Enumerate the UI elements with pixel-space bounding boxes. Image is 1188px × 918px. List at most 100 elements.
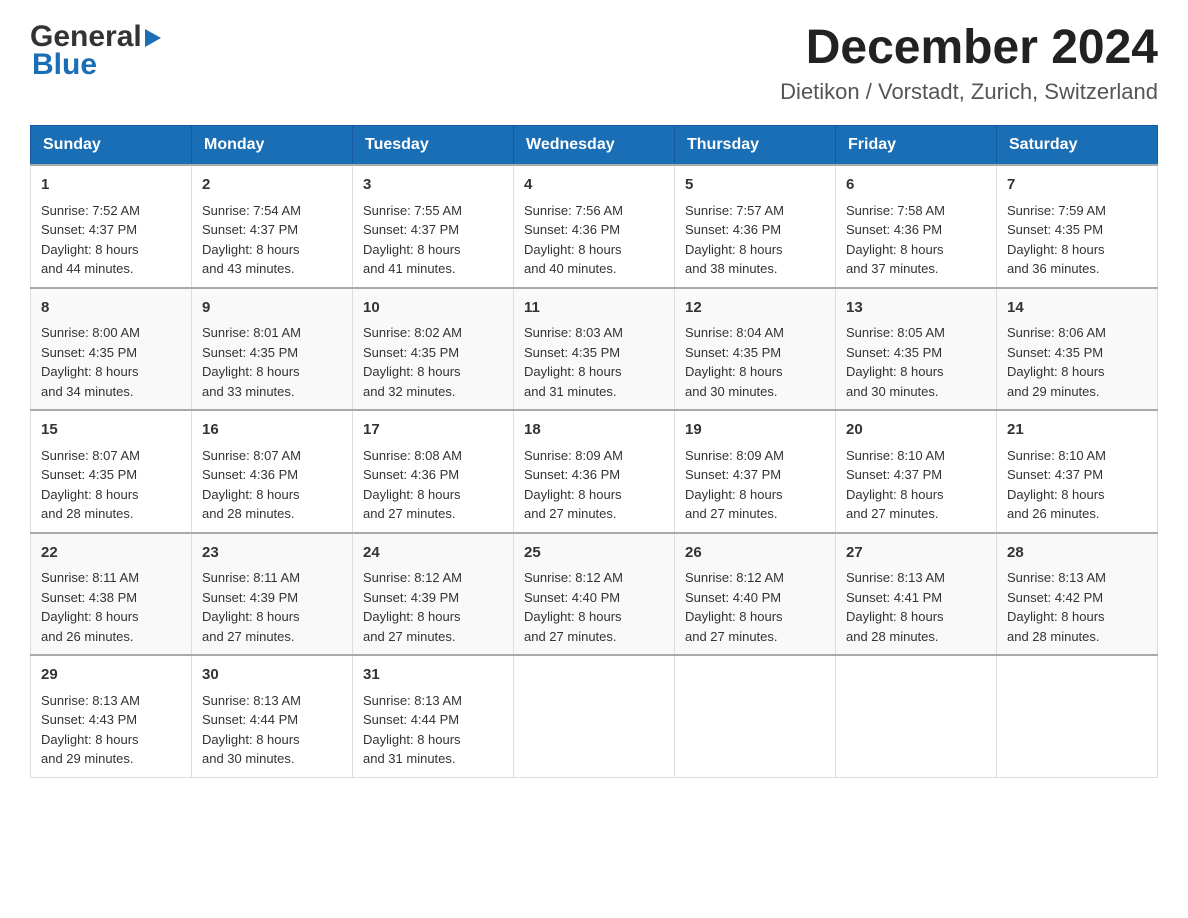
week-row-3: 15 Sunrise: 8:07 AM Sunset: 4:35 PM Dayl… [31,410,1158,533]
day-info: Sunrise: 8:02 AM Sunset: 4:35 PM Dayligh… [363,325,462,399]
day-cell-24: 24 Sunrise: 8:12 AM Sunset: 4:39 PM Dayl… [353,533,514,656]
subtitle: Dietikon / Vorstadt, Zurich, Switzerland [780,79,1158,105]
title-block: December 2024 Dietikon / Vorstadt, Zuric… [780,20,1158,105]
week-row-5: 29 Sunrise: 8:13 AM Sunset: 4:43 PM Dayl… [31,655,1158,777]
day-cell-31: 31 Sunrise: 8:13 AM Sunset: 4:44 PM Dayl… [353,655,514,777]
day-cell-21: 21 Sunrise: 8:10 AM Sunset: 4:37 PM Dayl… [997,410,1158,533]
day-number: 26 [685,542,825,565]
day-info: Sunrise: 8:09 AM Sunset: 4:36 PM Dayligh… [524,448,623,522]
day-cell-20: 20 Sunrise: 8:10 AM Sunset: 4:37 PM Dayl… [836,410,997,533]
day-cell-14: 14 Sunrise: 8:06 AM Sunset: 4:35 PM Dayl… [997,288,1158,411]
day-info: Sunrise: 8:13 AM Sunset: 4:44 PM Dayligh… [202,693,301,767]
day-cell-2: 2 Sunrise: 7:54 AM Sunset: 4:37 PM Dayli… [192,165,353,288]
empty-cell [997,655,1158,777]
day-info: Sunrise: 7:57 AM Sunset: 4:36 PM Dayligh… [685,203,784,277]
day-cell-1: 1 Sunrise: 7:52 AM Sunset: 4:37 PM Dayli… [31,165,192,288]
calendar-header: SundayMondayTuesdayWednesdayThursdayFrid… [31,126,1158,166]
day-cell-23: 23 Sunrise: 8:11 AM Sunset: 4:39 PM Dayl… [192,533,353,656]
day-number: 18 [524,419,664,442]
day-number: 14 [1007,297,1147,320]
main-title: December 2024 [780,20,1158,75]
calendar-body: 1 Sunrise: 7:52 AM Sunset: 4:37 PM Dayli… [31,165,1158,777]
day-info: Sunrise: 7:56 AM Sunset: 4:36 PM Dayligh… [524,203,623,277]
day-number: 2 [202,174,342,197]
day-cell-5: 5 Sunrise: 7:57 AM Sunset: 4:36 PM Dayli… [675,165,836,288]
day-cell-16: 16 Sunrise: 8:07 AM Sunset: 4:36 PM Dayl… [192,410,353,533]
day-info: Sunrise: 8:13 AM Sunset: 4:43 PM Dayligh… [41,693,140,767]
day-info: Sunrise: 8:13 AM Sunset: 4:42 PM Dayligh… [1007,570,1106,644]
day-cell-15: 15 Sunrise: 8:07 AM Sunset: 4:35 PM Dayl… [31,410,192,533]
day-number: 25 [524,542,664,565]
day-cell-12: 12 Sunrise: 8:04 AM Sunset: 4:35 PM Dayl… [675,288,836,411]
day-info: Sunrise: 8:07 AM Sunset: 4:36 PM Dayligh… [202,448,301,522]
day-cell-17: 17 Sunrise: 8:08 AM Sunset: 4:36 PM Dayl… [353,410,514,533]
week-row-4: 22 Sunrise: 8:11 AM Sunset: 4:38 PM Dayl… [31,533,1158,656]
weekday-header-thursday: Thursday [675,126,836,166]
day-cell-19: 19 Sunrise: 8:09 AM Sunset: 4:37 PM Dayl… [675,410,836,533]
week-row-2: 8 Sunrise: 8:00 AM Sunset: 4:35 PM Dayli… [31,288,1158,411]
day-cell-27: 27 Sunrise: 8:13 AM Sunset: 4:41 PM Dayl… [836,533,997,656]
day-cell-25: 25 Sunrise: 8:12 AM Sunset: 4:40 PM Dayl… [514,533,675,656]
day-cell-10: 10 Sunrise: 8:02 AM Sunset: 4:35 PM Dayl… [353,288,514,411]
day-number: 29 [41,664,181,687]
weekday-header-saturday: Saturday [997,126,1158,166]
day-number: 24 [363,542,503,565]
day-number: 27 [846,542,986,565]
day-cell-28: 28 Sunrise: 8:13 AM Sunset: 4:42 PM Dayl… [997,533,1158,656]
day-info: Sunrise: 8:01 AM Sunset: 4:35 PM Dayligh… [202,325,301,399]
day-info: Sunrise: 7:58 AM Sunset: 4:36 PM Dayligh… [846,203,945,277]
day-info: Sunrise: 8:07 AM Sunset: 4:35 PM Dayligh… [41,448,140,522]
day-info: Sunrise: 8:13 AM Sunset: 4:41 PM Dayligh… [846,570,945,644]
day-info: Sunrise: 7:55 AM Sunset: 4:37 PM Dayligh… [363,203,462,277]
weekday-header-monday: Monday [192,126,353,166]
day-number: 1 [41,174,181,197]
weekday-header-friday: Friday [836,126,997,166]
day-number: 3 [363,174,503,197]
day-number: 7 [1007,174,1147,197]
day-number: 4 [524,174,664,197]
day-number: 13 [846,297,986,320]
day-info: Sunrise: 8:10 AM Sunset: 4:37 PM Dayligh… [846,448,945,522]
day-number: 17 [363,419,503,442]
calendar-table: SundayMondayTuesdayWednesdayThursdayFrid… [30,125,1158,778]
day-info: Sunrise: 7:52 AM Sunset: 4:37 PM Dayligh… [41,203,140,277]
day-cell-6: 6 Sunrise: 7:58 AM Sunset: 4:36 PM Dayli… [836,165,997,288]
day-number: 22 [41,542,181,565]
day-number: 30 [202,664,342,687]
day-info: Sunrise: 8:12 AM Sunset: 4:40 PM Dayligh… [524,570,623,644]
day-number: 28 [1007,542,1147,565]
day-number: 31 [363,664,503,687]
day-info: Sunrise: 8:10 AM Sunset: 4:37 PM Dayligh… [1007,448,1106,522]
day-info: Sunrise: 8:05 AM Sunset: 4:35 PM Dayligh… [846,325,945,399]
day-info: Sunrise: 8:12 AM Sunset: 4:40 PM Dayligh… [685,570,784,644]
day-number: 15 [41,419,181,442]
day-info: Sunrise: 8:08 AM Sunset: 4:36 PM Dayligh… [363,448,462,522]
day-info: Sunrise: 8:06 AM Sunset: 4:35 PM Dayligh… [1007,325,1106,399]
week-row-1: 1 Sunrise: 7:52 AM Sunset: 4:37 PM Dayli… [31,165,1158,288]
day-number: 10 [363,297,503,320]
day-info: Sunrise: 8:12 AM Sunset: 4:39 PM Dayligh… [363,570,462,644]
day-cell-26: 26 Sunrise: 8:12 AM Sunset: 4:40 PM Dayl… [675,533,836,656]
day-cell-9: 9 Sunrise: 8:01 AM Sunset: 4:35 PM Dayli… [192,288,353,411]
day-cell-11: 11 Sunrise: 8:03 AM Sunset: 4:35 PM Dayl… [514,288,675,411]
day-info: Sunrise: 8:11 AM Sunset: 4:38 PM Dayligh… [41,570,139,644]
empty-cell [514,655,675,777]
day-cell-4: 4 Sunrise: 7:56 AM Sunset: 4:36 PM Dayli… [514,165,675,288]
day-number: 12 [685,297,825,320]
day-cell-30: 30 Sunrise: 8:13 AM Sunset: 4:44 PM Dayl… [192,655,353,777]
day-info: Sunrise: 7:54 AM Sunset: 4:37 PM Dayligh… [202,203,301,277]
day-number: 16 [202,419,342,442]
logo-arrow-icon [145,29,161,47]
day-cell-3: 3 Sunrise: 7:55 AM Sunset: 4:37 PM Dayli… [353,165,514,288]
day-info: Sunrise: 8:13 AM Sunset: 4:44 PM Dayligh… [363,693,462,767]
weekday-header-wednesday: Wednesday [514,126,675,166]
weekday-header-tuesday: Tuesday [353,126,514,166]
day-number: 19 [685,419,825,442]
day-cell-22: 22 Sunrise: 8:11 AM Sunset: 4:38 PM Dayl… [31,533,192,656]
day-number: 6 [846,174,986,197]
day-info: Sunrise: 8:00 AM Sunset: 4:35 PM Dayligh… [41,325,140,399]
empty-cell [836,655,997,777]
day-number: 8 [41,297,181,320]
weekday-header-row: SundayMondayTuesdayWednesdayThursdayFrid… [31,126,1158,166]
logo-blue-text: Blue [32,48,97,82]
